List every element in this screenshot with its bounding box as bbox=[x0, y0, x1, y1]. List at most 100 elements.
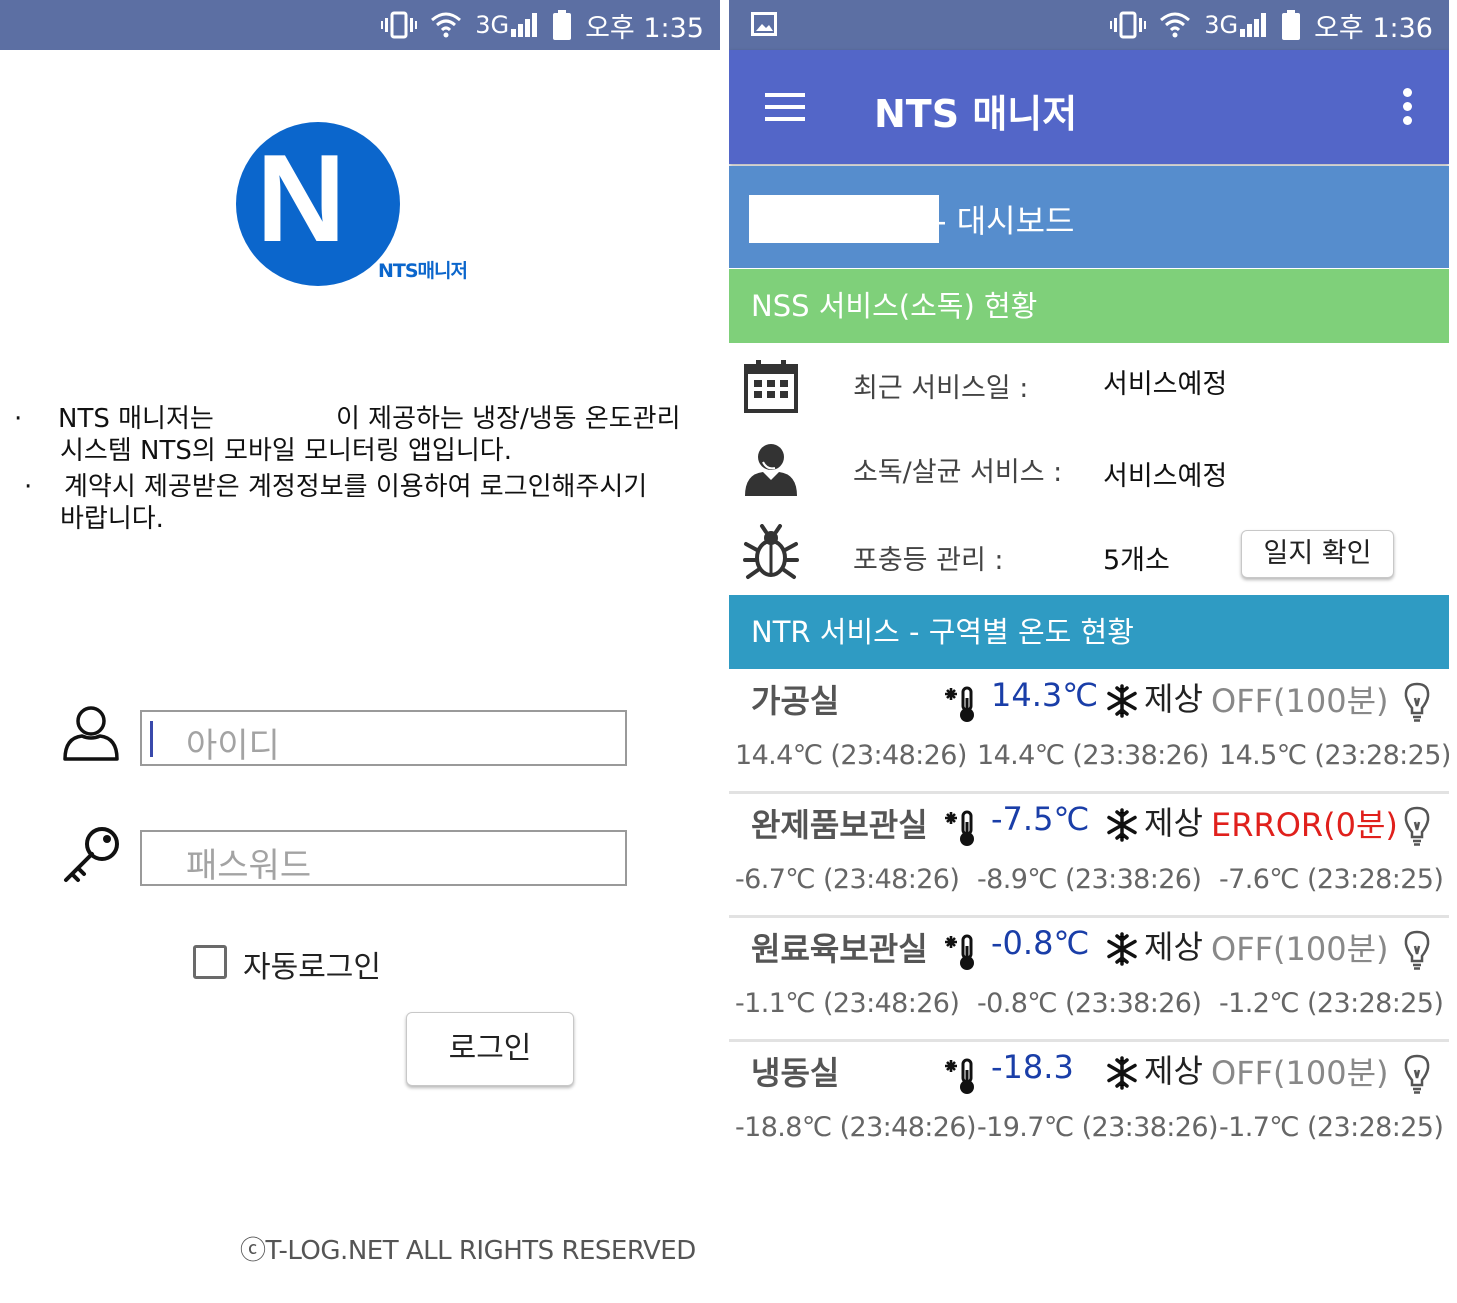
vibrate-icon bbox=[1110, 11, 1147, 39]
history-reading: -7.6℃ (23:28:25) bbox=[1219, 864, 1444, 895]
zone-row[interactable]: 냉동실 -18.3 제상 OFF(100분) -18.8℃ (23:48:26)… bbox=[729, 1042, 1449, 1166]
history-reading: -6.7℃ (23:48:26) bbox=[735, 864, 960, 895]
lightbulb-icon bbox=[1404, 806, 1430, 846]
thermometer-icon bbox=[945, 934, 974, 970]
defrost-label: 제상 bbox=[1144, 1052, 1203, 1090]
logo-letter: N bbox=[256, 130, 346, 268]
nss-value-insect-lamp: 5개소 bbox=[1103, 545, 1170, 576]
history-reading: -19.7℃ (23:38:26) bbox=[977, 1112, 1219, 1143]
vibrate-icon bbox=[381, 11, 418, 39]
key-icon bbox=[64, 827, 119, 882]
snowflake-icon bbox=[1107, 808, 1137, 842]
zone-temperature: -18.3 bbox=[991, 1048, 1074, 1086]
lightbulb-icon bbox=[1404, 682, 1430, 722]
text-cursor bbox=[150, 721, 153, 757]
snowflake-icon bbox=[1107, 684, 1137, 718]
menu-icon[interactable] bbox=[765, 93, 805, 121]
status-time: 오후 1:36 bbox=[1314, 12, 1433, 44]
defrost-status: ERROR(0분) bbox=[1211, 806, 1398, 844]
intro-line-1a: NTS 매니저는 bbox=[58, 404, 214, 434]
status-time: 오후 1:35 bbox=[585, 12, 704, 44]
password-placeholder: 패스워드 bbox=[186, 846, 312, 886]
history-reading: -8.9℃ (23:38:26) bbox=[977, 864, 1202, 895]
defrost-status: OFF(100분) bbox=[1211, 930, 1389, 968]
bug-icon bbox=[743, 524, 799, 579]
status-bar: 3G 오후 1:35 bbox=[0, 0, 720, 50]
nss-value-disinfection: 서비스예정 bbox=[1103, 461, 1228, 492]
zone-row[interactable]: 원료육보관실 -0.8℃ 제상 OFF(100분) -1.1℃ (23:48:2… bbox=[729, 918, 1449, 1042]
zone-row[interactable]: 가공실 14.3℃ 제상 OFF(100분) 14.4℃ (23:48:26) … bbox=[729, 670, 1449, 794]
history-reading: -18.8℃ (23:48:26) bbox=[735, 1112, 977, 1143]
dashboard-screen: 3G 오후 1:36 NTS 매니저 - 대시보드 NSS 서비스(소독) 현황… bbox=[729, 0, 1449, 1303]
zone-row[interactable]: 완제품보관실 -7.5℃ 제상 ERROR(0분) -6.7℃ (23:48:2… bbox=[729, 794, 1449, 918]
history-reading: -1.2℃ (23:28:25) bbox=[1219, 988, 1444, 1019]
network-type: 3G bbox=[1204, 11, 1239, 39]
status-bar: 3G 오후 1:36 bbox=[729, 0, 1449, 50]
defrost-status: OFF(100분) bbox=[1211, 1054, 1389, 1092]
app-title: NTS 매니저 bbox=[874, 92, 1078, 136]
network-indicator: 3G bbox=[475, 11, 539, 39]
zone-name: 가공실 bbox=[751, 682, 840, 720]
more-options-icon[interactable] bbox=[1403, 88, 1413, 126]
lightbulb-icon bbox=[1404, 1054, 1430, 1094]
app-logo: N bbox=[236, 122, 400, 286]
defrost-status: OFF(100분) bbox=[1211, 682, 1389, 720]
thermometer-icon bbox=[945, 810, 974, 846]
login-screen: 3G 오후 1:35 N NTS매니저 · NTS 매니저는 이 제공하는 냉장… bbox=[0, 0, 720, 1303]
wifi-icon bbox=[431, 12, 462, 38]
signal-icon bbox=[1240, 13, 1267, 37]
id-input[interactable]: 아이디 bbox=[140, 710, 627, 766]
view-log-button[interactable]: 일지 확인 bbox=[1241, 530, 1394, 578]
id-placeholder: 아이디 bbox=[186, 726, 280, 766]
copyright: ⓒT-LOG.NET ALL RIGHTS RESERVED bbox=[240, 1236, 696, 1266]
dashboard-header: - 대시보드 bbox=[729, 166, 1449, 268]
history-reading: 14.4℃ (23:38:26) bbox=[977, 740, 1209, 771]
network-type: 3G bbox=[475, 11, 510, 39]
zone-name: 원료육보관실 bbox=[751, 930, 928, 968]
intro-line-4: 바랍니다. bbox=[60, 504, 164, 534]
nss-label-recent-service: 최근 서비스일 : bbox=[853, 373, 1029, 404]
history-reading: 14.5℃ (23:28:25) bbox=[1219, 740, 1449, 771]
nss-section-header: NSS 서비스(소독) 현황 bbox=[729, 269, 1449, 343]
intro-line-1b: 이 제공하는 냉장/냉동 온도관리 bbox=[336, 404, 681, 434]
network-indicator: 3G bbox=[1204, 11, 1268, 39]
app-bar: NTS 매니저 bbox=[729, 50, 1449, 164]
user-icon bbox=[63, 706, 119, 761]
snowflake-icon bbox=[1107, 932, 1137, 966]
image-notification-icon bbox=[751, 12, 777, 36]
history-reading: 14.4℃ (23:48:26) bbox=[735, 740, 967, 771]
wifi-icon bbox=[1160, 12, 1191, 38]
ntr-section-header: NTR 서비스 - 구역별 온도 현황 bbox=[729, 595, 1449, 669]
thermometer-icon bbox=[945, 686, 974, 722]
defrost-label: 제상 bbox=[1144, 680, 1203, 718]
thermometer-icon bbox=[945, 1058, 974, 1094]
defrost-label: 제상 bbox=[1144, 928, 1203, 966]
zone-temperature: -7.5℃ bbox=[991, 800, 1090, 838]
auto-login-checkbox[interactable] bbox=[193, 945, 227, 979]
password-input[interactable]: 패스워드 bbox=[140, 830, 627, 886]
lightbulb-icon bbox=[1404, 930, 1430, 970]
battery-icon bbox=[1282, 10, 1301, 40]
nss-label-disinfection: 소독/살균 서비스 : bbox=[853, 457, 1063, 488]
login-button[interactable]: 로그인 bbox=[406, 1012, 574, 1086]
history-reading: -1.7℃ (23:28:25) bbox=[1219, 1112, 1444, 1143]
snowflake-icon bbox=[1107, 1056, 1137, 1090]
zone-name: 완제품보관실 bbox=[751, 806, 928, 844]
worker-icon bbox=[745, 444, 797, 496]
battery-icon bbox=[553, 10, 572, 40]
zone-temperature: -0.8℃ bbox=[991, 924, 1090, 962]
zone-temperature: 14.3℃ bbox=[991, 676, 1099, 714]
zone-name: 냉동실 bbox=[751, 1054, 840, 1092]
redacted-company-name bbox=[749, 195, 939, 243]
nss-value-recent-service: 서비스예정 bbox=[1103, 369, 1228, 400]
defrost-label: 제상 bbox=[1144, 804, 1203, 842]
dashboard-title: - 대시보드 bbox=[935, 202, 1075, 240]
auto-login-label[interactable]: 자동로그인 bbox=[243, 942, 381, 986]
intro-line-3: 계약시 제공받은 계정정보를 이용하여 로그인해주시기 bbox=[64, 472, 648, 502]
logo-caption: NTS매니저 bbox=[378, 260, 468, 282]
nss-label-insect-lamp: 포충등 관리 : bbox=[853, 545, 1004, 576]
history-reading: -1.1℃ (23:48:26) bbox=[735, 988, 960, 1019]
calendar-icon bbox=[744, 360, 798, 413]
intro-line-2: 시스템 NTS의 모바일 모니터링 앱입니다. bbox=[60, 436, 512, 466]
bullet: · bbox=[14, 404, 23, 434]
